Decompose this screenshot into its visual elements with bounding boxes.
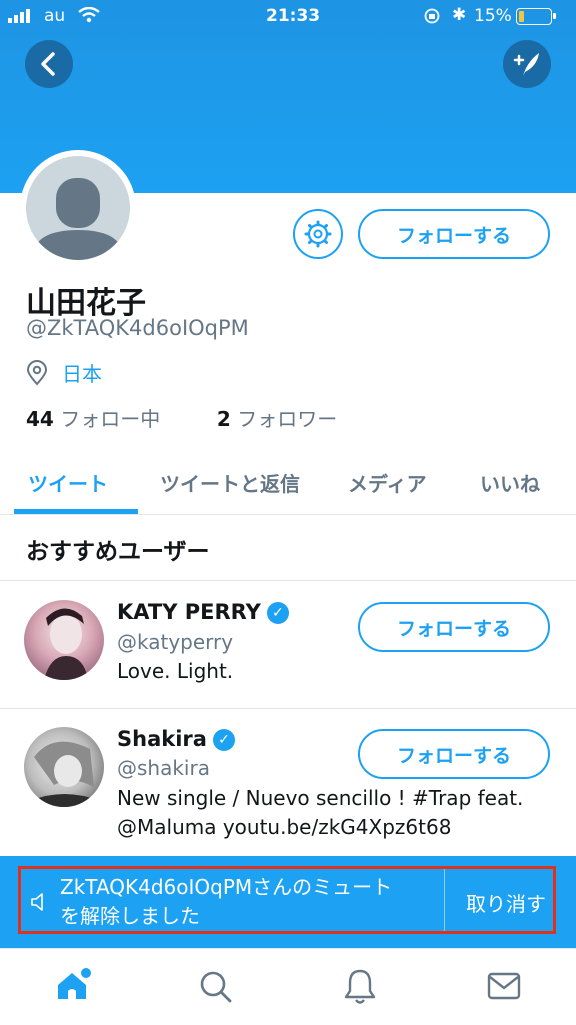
- user-name-text: Shakira: [117, 727, 207, 751]
- user-avatar-katyperry[interactable]: [24, 600, 104, 680]
- following-link[interactable]: 44 フォロー中: [26, 407, 160, 431]
- followers-count: 2: [216, 407, 231, 431]
- chevron-left-icon: [41, 52, 55, 76]
- followers-link[interactable]: 2 フォロワー: [217, 407, 337, 431]
- user-bio-line: New single / Nuevo sencillo ! #Trap feat…: [117, 786, 524, 810]
- orientation-lock-icon: [424, 8, 440, 24]
- portrait-image: [44, 608, 88, 680]
- location-pin-icon: [26, 360, 48, 386]
- verified-badge-icon: ✓: [212, 729, 235, 751]
- user-bio: Love. Light.: [117, 659, 234, 683]
- bluetooth-icon: ✱: [452, 5, 467, 25]
- user-handle[interactable]: @shakira: [117, 756, 210, 780]
- follow-button-katyperry[interactable]: フォローする: [358, 602, 550, 652]
- divider: [0, 580, 576, 581]
- user-avatar-shakira[interactable]: [24, 727, 104, 807]
- follow-stats: 44 フォロー中 2 フォロワー: [26, 403, 337, 432]
- user-bio: New single / Nuevo sencillo ! #Trap feat…: [117, 784, 557, 842]
- user-name[interactable]: KATY PERRY ✓: [117, 600, 289, 624]
- settings-button[interactable]: [293, 209, 343, 259]
- profile-handle: @ZkTAQK4d6oIOqPM: [26, 316, 249, 340]
- messages-icon[interactable]: [486, 971, 522, 1001]
- avatar[interactable]: [26, 156, 130, 260]
- profile-location: 日本: [62, 362, 102, 386]
- carrier-label: au: [44, 6, 66, 26]
- search-icon[interactable]: [198, 969, 234, 1005]
- suggestions-title: おすすめユーザー: [26, 539, 210, 565]
- following-count: 44: [26, 407, 54, 431]
- user-name[interactable]: Shakira ✓: [117, 727, 235, 751]
- status-bar: au 21:33 ✱ 15%: [0, 0, 576, 32]
- compose-tweet-button[interactable]: [503, 40, 551, 88]
- default-avatar-icon: [32, 178, 124, 260]
- back-button[interactable]: [25, 40, 73, 88]
- profile-tabs: ツイート ツイートと返信 メディア いいね: [0, 452, 576, 515]
- verified-badge-icon: ✓: [266, 602, 289, 624]
- tab-media[interactable]: メディア: [348, 468, 427, 497]
- tab-tweets-and-replies[interactable]: ツイートと返信: [160, 468, 300, 497]
- bottom-tab-bar: [0, 948, 576, 1025]
- compose-tweet-icon: [513, 53, 539, 76]
- highlight-frame: [18, 866, 556, 934]
- signal-icon: [8, 9, 30, 23]
- user-handle[interactable]: @katyperry: [117, 630, 233, 654]
- active-tab-indicator: [14, 509, 138, 514]
- follow-button[interactable]: フォローする: [358, 209, 550, 259]
- gear-icon: [304, 220, 332, 248]
- user-bio-line[interactable]: @Maluma youtu.be/zkG4Xpz6t68: [117, 813, 557, 842]
- battery-percent: 15%: [474, 6, 512, 26]
- following-label: フォロー中: [60, 407, 161, 431]
- notifications-icon[interactable]: [342, 967, 378, 1005]
- followers-label: フォロワー: [237, 407, 338, 431]
- battery-icon: [516, 8, 552, 25]
- tab-likes[interactable]: いいね: [480, 468, 540, 497]
- follow-button-shakira[interactable]: フォローする: [358, 729, 550, 779]
- clock: 21:33: [266, 6, 321, 26]
- portrait-image: [30, 741, 100, 807]
- divider: [0, 708, 576, 709]
- user-name-text: KATY PERRY: [117, 600, 261, 624]
- home-icon[interactable]: [54, 965, 94, 1005]
- tab-tweets[interactable]: ツイート: [28, 468, 108, 497]
- wifi-icon: [78, 7, 100, 23]
